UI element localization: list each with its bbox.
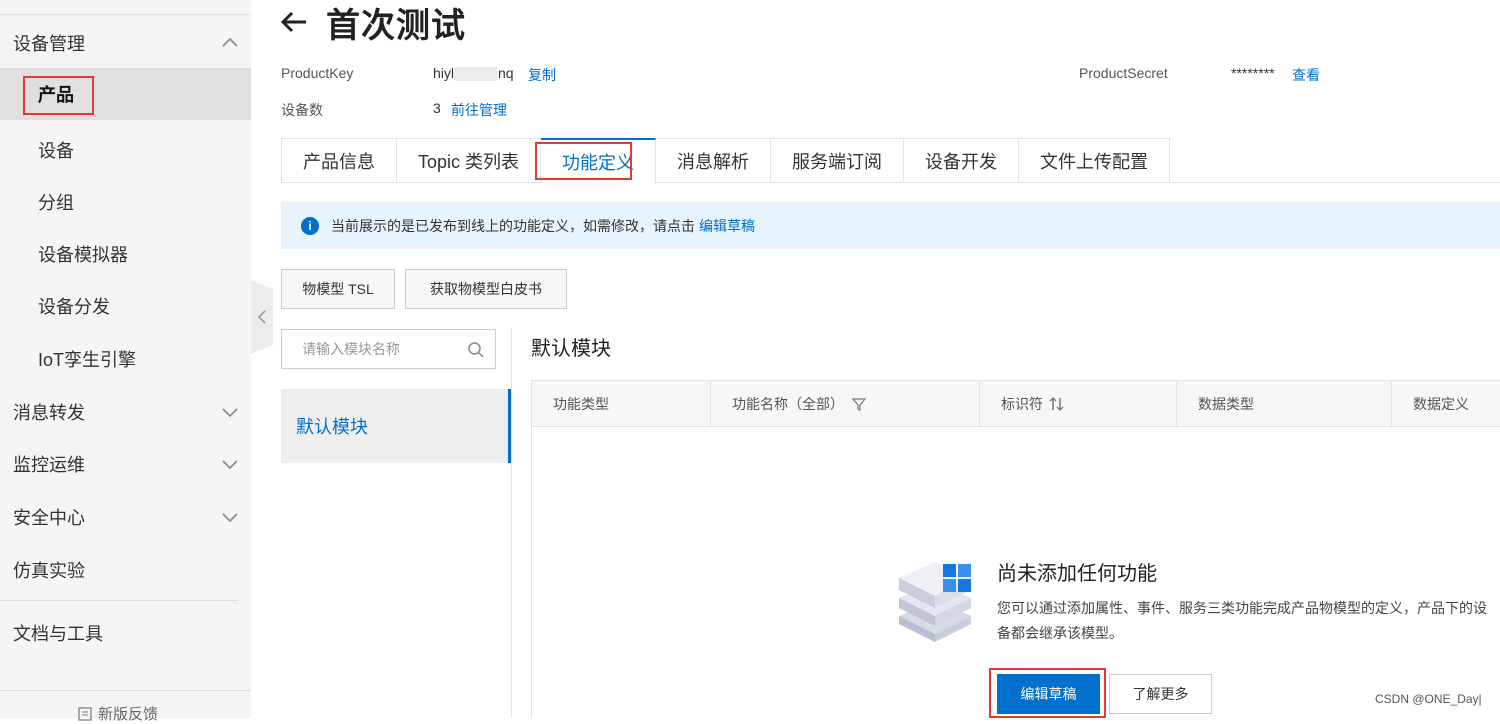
- sidebar-item-label: 设备管理: [13, 34, 85, 54]
- module-panel-divider: [511, 329, 512, 718]
- column-header-data-definition: 数据定义: [1392, 381, 1500, 426]
- device-count-label: 设备数: [281, 102, 323, 118]
- page-header: 首次测试: [280, 0, 466, 45]
- highlight-box-product: [23, 76, 94, 115]
- product-key-suffix: nq: [498, 65, 514, 81]
- whitepaper-button[interactable]: 获取物模型白皮书: [405, 269, 567, 309]
- sidebar-top-divider: [0, 14, 251, 15]
- sidebar-group-message-forwarding[interactable]: 消息转发: [0, 386, 251, 438]
- sidebar-item-label: 分组: [38, 193, 74, 213]
- redaction-mask: [454, 67, 499, 82]
- tab-bar: 产品信息 Topic 类列表 功能定义 消息解析 服务端订阅 设备开发 文件上传…: [281, 138, 1171, 183]
- feedback-icon: [78, 706, 92, 721]
- sidebar-item-iot-twin-engine[interactable]: IoT孪生引擎: [0, 333, 251, 385]
- sidebar-item-device-distribution[interactable]: 设备分发: [0, 280, 251, 332]
- filter-icon[interactable]: [852, 397, 866, 411]
- tab-device-development[interactable]: 设备开发: [904, 138, 1020, 183]
- feedback-link[interactable]: 新版反馈: [78, 703, 158, 724]
- empty-state-description: 您可以通过添加属性、事件、服务三类功能完成产品物模型的定义，产品下的设备都会继承…: [997, 600, 1487, 641]
- info-banner: i 当前展示的是已发布到线上的功能定义，如需修改，请点击 编辑草稿: [281, 202, 1500, 249]
- chevron-down-icon: [222, 408, 238, 418]
- empty-state-title: 尚未添加任何功能: [997, 563, 1157, 585]
- sidebar: 设备管理 产品 设备 分组 设备模拟器 设备分发 IoT孪生引擎 消息转发 监控…: [0, 0, 251, 723]
- sidebar-item-label: 消息转发: [13, 403, 85, 423]
- column-label: 数据定义: [1413, 395, 1469, 412]
- product-secret-value: ********: [1231, 65, 1275, 81]
- sidebar-item-label: IoT孪生引擎: [38, 350, 137, 370]
- sort-icon[interactable]: [1049, 396, 1065, 411]
- chevron-up-icon: [222, 37, 238, 47]
- column-header-function-type: 功能类型: [532, 381, 711, 426]
- sidebar-collapse-toggle[interactable]: [251, 280, 273, 354]
- back-arrow-icon[interactable]: [280, 10, 308, 34]
- sidebar-item-group[interactable]: 分组: [0, 176, 251, 228]
- sidebar-divider: [0, 600, 238, 601]
- product-key-label: ProductKey: [281, 65, 354, 81]
- section-title: 默认模块: [531, 338, 611, 360]
- copy-link[interactable]: 复制: [528, 65, 556, 85]
- sidebar-item-label: 仿真实验: [13, 561, 85, 581]
- watermark: CSDN @ONE_Day|: [1375, 692, 1482, 706]
- function-table-header: 功能类型 功能名称（全部） 标识符 数据类型 数据定义: [531, 380, 1500, 427]
- tab-file-upload-config[interactable]: 文件上传配置: [1019, 138, 1171, 183]
- sidebar-item-simulation-lab[interactable]: 仿真实验: [0, 544, 251, 596]
- sidebar-item-device[interactable]: 设备: [0, 124, 251, 176]
- column-header-function-name[interactable]: 功能名称（全部）: [711, 381, 980, 426]
- highlight-box-tab: [535, 142, 632, 180]
- column-label: 数据类型: [1198, 395, 1254, 412]
- sidebar-item-docs-tools[interactable]: 文档与工具: [0, 607, 251, 659]
- sidebar-item-label: 安全中心: [13, 508, 85, 528]
- device-count-value: 3: [433, 100, 441, 116]
- sidebar-item-label: 文档与工具: [13, 624, 103, 644]
- module-search-input[interactable]: 请输入模块名称: [281, 329, 496, 369]
- manage-devices-link[interactable]: 前往管理: [451, 100, 507, 120]
- sidebar-item-label: 设备分发: [38, 297, 110, 317]
- sidebar-group-device-management[interactable]: 设备管理: [0, 17, 251, 69]
- table-left-border: [531, 427, 532, 718]
- module-item-default[interactable]: 默认模块: [281, 389, 511, 463]
- search-placeholder: 请输入模块名称: [302, 341, 400, 357]
- product-key-value: hiyl nq: [433, 65, 514, 82]
- highlight-box-edit-draft: [989, 668, 1106, 718]
- sidebar-item-label: 监控运维: [13, 455, 85, 475]
- tab-message-parsing[interactable]: 消息解析: [656, 138, 772, 183]
- feedback-label: 新版反馈: [98, 706, 159, 723]
- chevron-down-icon: [222, 460, 238, 470]
- sidebar-item-label: 设备: [38, 141, 74, 161]
- tabs-baseline: [1141, 182, 1500, 183]
- column-header-data-type: 数据类型: [1177, 381, 1392, 426]
- empty-state-server-icon: [899, 562, 971, 642]
- info-icon: i: [301, 216, 319, 235]
- learn-more-button[interactable]: 了解更多: [1109, 674, 1212, 714]
- column-label: 功能类型: [553, 395, 609, 412]
- tsl-button[interactable]: 物模型 TSL: [281, 269, 395, 309]
- info-text: 当前展示的是已发布到线上的功能定义，如需修改，请点击: [331, 217, 695, 234]
- column-label: 功能名称（全部）: [732, 395, 844, 412]
- sidebar-bottom-divider: [0, 690, 251, 691]
- page-title: 首次测试: [326, 6, 466, 45]
- sidebar-item-label: 设备模拟器: [38, 245, 128, 265]
- edit-draft-link[interactable]: 编辑草稿: [699, 216, 755, 236]
- search-icon[interactable]: [467, 341, 485, 359]
- product-secret-label: ProductSecret: [1079, 65, 1168, 81]
- column-header-identifier[interactable]: 标识符: [980, 381, 1177, 426]
- tab-server-subscription[interactable]: 服务端订阅: [771, 138, 905, 183]
- sidebar-group-security-center[interactable]: 安全中心: [0, 491, 251, 543]
- module-item-label: 默认模块: [296, 417, 368, 437]
- tab-product-info[interactable]: 产品信息: [281, 138, 397, 183]
- tab-topic-list[interactable]: Topic 类列表: [397, 138, 542, 183]
- view-secret-link[interactable]: 查看: [1292, 65, 1320, 85]
- product-key-prefix: hiyl: [433, 65, 455, 81]
- sidebar-group-monitoring[interactable]: 监控运维: [0, 438, 251, 490]
- chevron-left-icon: [257, 310, 266, 324]
- column-label: 标识符: [1001, 395, 1043, 412]
- chevron-down-icon: [222, 513, 238, 523]
- sidebar-item-device-simulator[interactable]: 设备模拟器: [0, 228, 251, 280]
